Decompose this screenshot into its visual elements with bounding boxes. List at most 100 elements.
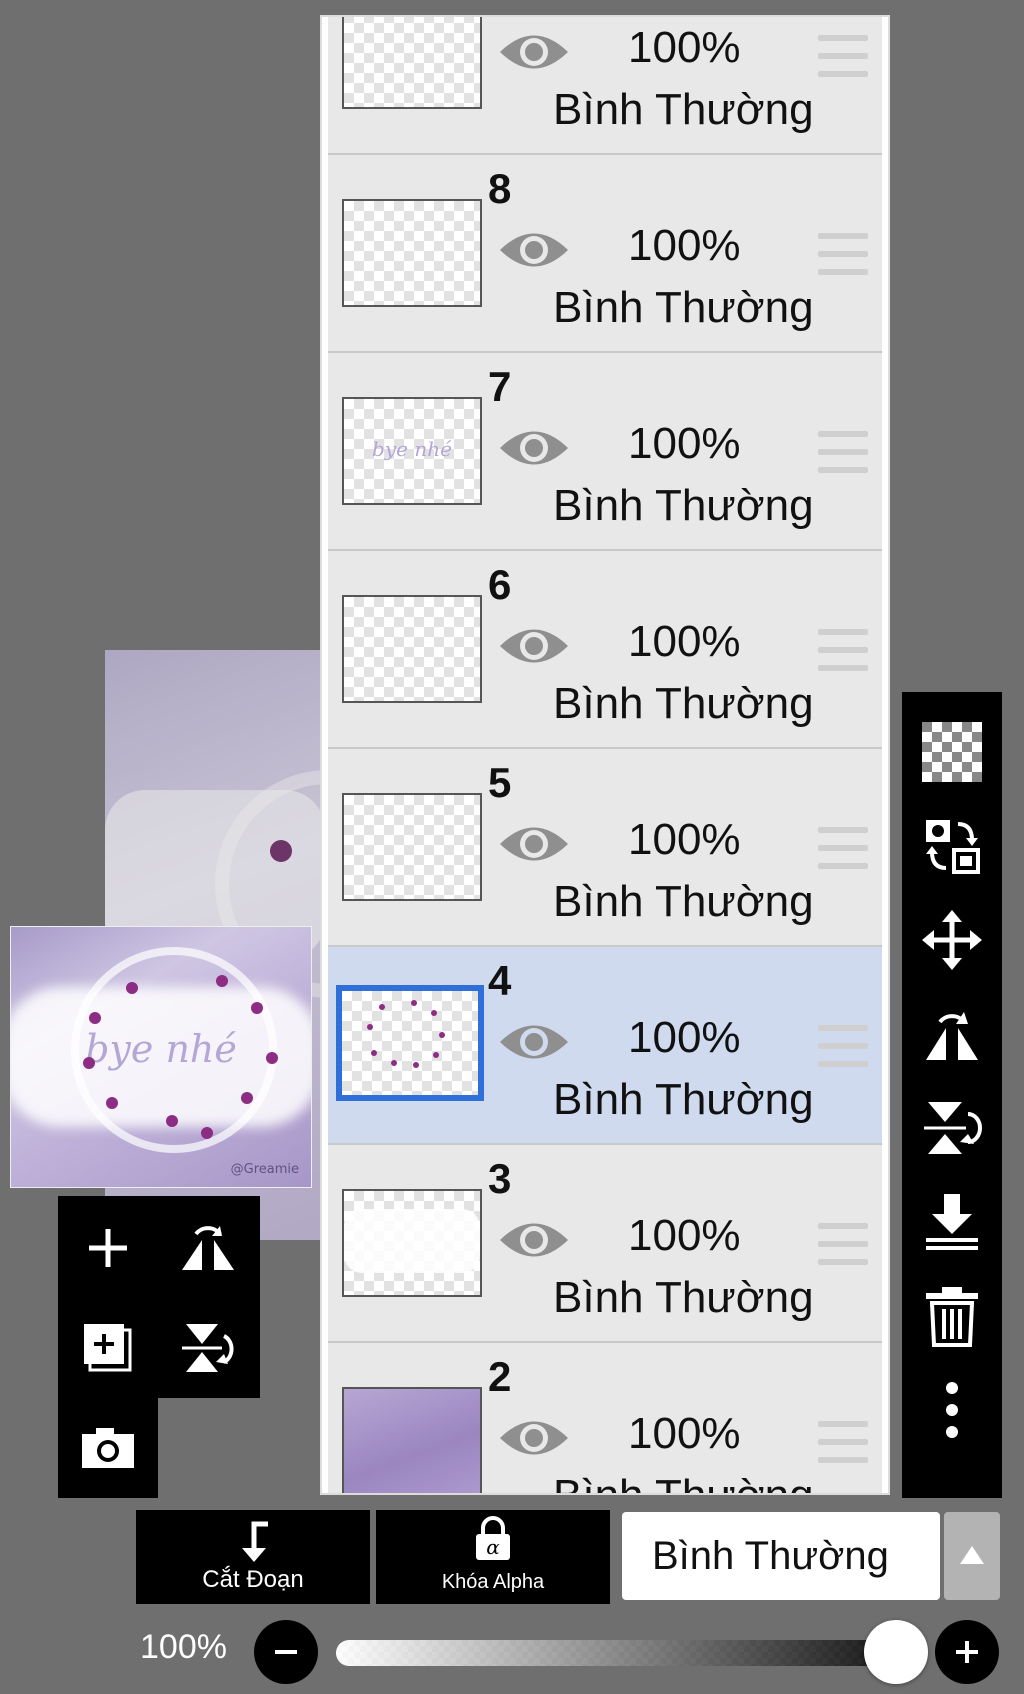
- layer-opacity[interactable]: 100%: [628, 617, 741, 667]
- transparency-icon: [922, 722, 982, 782]
- blend-mode-dropdown-button[interactable]: [944, 1512, 1000, 1600]
- canvas-dot: [270, 840, 292, 862]
- visibility-eye-icon[interactable]: [498, 27, 570, 77]
- layer-number: 3: [488, 1155, 512, 1202]
- layer-row-4-selected[interactable]: 4 100% Bình Thường: [328, 947, 882, 1145]
- layer-row-5[interactable]: 5 100% Bình Thường: [328, 749, 882, 947]
- layer-thumbnail[interactable]: [342, 595, 482, 703]
- camera-button[interactable]: [58, 1398, 158, 1498]
- layer-opacity[interactable]: 100%: [628, 419, 741, 469]
- increase-opacity-button[interactable]: [935, 1620, 999, 1684]
- swap-button[interactable]: [902, 798, 1002, 894]
- layer-thumbnail[interactable]: [342, 1387, 482, 1493]
- preview-signature: @Greamie: [230, 1162, 299, 1177]
- visibility-eye-icon[interactable]: [498, 225, 570, 275]
- artwork-preview: bye nhé @Greamie: [10, 926, 312, 1188]
- blend-mode-select[interactable]: Bình Thường: [622, 1512, 940, 1600]
- layer-number: 5: [488, 759, 512, 806]
- layer-row-8[interactable]: 8 100% Bình Thường: [328, 155, 882, 353]
- more-options-button[interactable]: [902, 1362, 1002, 1458]
- layer-blend-mode[interactable]: Bình Thường: [553, 1471, 814, 1493]
- preview-dot: [201, 1127, 213, 1139]
- add-layer-icon: [89, 1229, 127, 1267]
- layer-thumbnail[interactable]: [342, 17, 482, 109]
- merge-down-button[interactable]: [902, 1174, 1002, 1270]
- layer-blend-mode[interactable]: Bình Thường: [553, 1075, 814, 1125]
- layer-row-7[interactable]: bye nhé 7 100% Bình Thường: [328, 353, 882, 551]
- layer-opacity[interactable]: 100%: [628, 815, 741, 865]
- drag-handle-icon[interactable]: [818, 233, 868, 275]
- layer-thumbnail[interactable]: [342, 1189, 482, 1297]
- trash-icon: [926, 1287, 978, 1347]
- drag-handle-icon[interactable]: [818, 1223, 868, 1265]
- layer-row-2[interactable]: 2 100% Bình Thường: [328, 1343, 882, 1493]
- add-layer-button[interactable]: [58, 1198, 158, 1298]
- flip-vertical-button[interactable]: [902, 1080, 1002, 1176]
- cloud-shape: [344, 1209, 480, 1273]
- visibility-eye-icon[interactable]: [498, 819, 570, 869]
- layer-blend-mode[interactable]: Bình Thường: [553, 481, 814, 531]
- opacity-slider-knob[interactable]: [864, 1620, 928, 1684]
- layer-thumbnail[interactable]: [342, 199, 482, 307]
- drag-handle-icon[interactable]: [818, 827, 868, 869]
- layer-number: 2: [488, 1353, 512, 1400]
- transparency-button[interactable]: [902, 704, 1002, 800]
- lock-icon: α: [476, 1516, 510, 1560]
- preview-dot: [126, 982, 138, 994]
- decrease-opacity-button[interactable]: [254, 1620, 318, 1684]
- layers-panel[interactable]: 100% Bình Thường 8 100% Bình Thường bye …: [320, 15, 890, 1495]
- preview-dot: [216, 975, 228, 987]
- move-button[interactable]: [902, 892, 1002, 988]
- flip-horizontal-left-button[interactable]: [158, 1198, 258, 1298]
- minus-icon: [275, 1650, 297, 1654]
- duplicate-layer-icon: [84, 1324, 132, 1372]
- preview-dot: [166, 1115, 178, 1127]
- layer-row-3[interactable]: 3 100% Bình Thường: [328, 1145, 882, 1343]
- clip-label: Cắt Đoạn: [202, 1566, 304, 1593]
- blend-mode-value: Bình Thường: [652, 1534, 889, 1578]
- drag-handle-icon[interactable]: [818, 629, 868, 671]
- layer-row-6[interactable]: 6 100% Bình Thường: [328, 551, 882, 749]
- drag-handle-icon[interactable]: [818, 35, 868, 77]
- preview-dot: [106, 1097, 118, 1109]
- visibility-eye-icon[interactable]: [498, 1215, 570, 1265]
- visibility-eye-icon[interactable]: [498, 1413, 570, 1463]
- flip-horizontal-icon: [182, 1226, 234, 1270]
- clip-button[interactable]: Cắt Đoạn: [136, 1510, 370, 1604]
- layer-thumbnail[interactable]: [342, 793, 482, 901]
- alpha-lock-button[interactable]: α Khóa Alpha: [376, 1510, 610, 1604]
- opacity-slider[interactable]: [336, 1640, 896, 1666]
- opacity-value: 100%: [140, 1628, 227, 1666]
- flip-horizontal-button[interactable]: [902, 986, 1002, 1082]
- triangle-up-icon: [960, 1546, 984, 1564]
- layer-opacity[interactable]: 100%: [628, 23, 741, 73]
- layer-blend-mode[interactable]: Bình Thường: [553, 679, 814, 729]
- layer-row-9[interactable]: 100% Bình Thường: [328, 17, 882, 155]
- drag-handle-icon[interactable]: [818, 431, 868, 473]
- layer-thumbnail[interactable]: bye nhé: [342, 397, 482, 505]
- duplicate-layer-button[interactable]: [58, 1298, 158, 1398]
- layer-blend-mode[interactable]: Bình Thường: [553, 1273, 814, 1323]
- visibility-eye-icon[interactable]: [498, 423, 570, 473]
- alpha-lock-label: Khóa Alpha: [441, 1571, 545, 1593]
- layer-blend-mode[interactable]: Bình Thường: [553, 85, 814, 135]
- plus-icon: [956, 1641, 978, 1663]
- layer-opacity[interactable]: 100%: [628, 221, 741, 271]
- layer-opacity[interactable]: 100%: [628, 1211, 741, 1261]
- layer-blend-mode[interactable]: Bình Thường: [553, 877, 814, 927]
- preview-title: bye nhé: [85, 1027, 237, 1071]
- layer-thumbnail[interactable]: [336, 985, 484, 1101]
- preview-dot: [251, 1002, 263, 1014]
- flip-horizontal-icon: [926, 1012, 978, 1060]
- preview-dot: [83, 1057, 95, 1069]
- visibility-eye-icon[interactable]: [498, 621, 570, 671]
- flip-vertical-left-button[interactable]: [158, 1298, 258, 1398]
- layer-blend-mode[interactable]: Bình Thường: [553, 283, 814, 333]
- visibility-eye-icon[interactable]: [498, 1017, 570, 1067]
- drag-handle-icon[interactable]: [818, 1421, 868, 1463]
- move-icon: [922, 910, 982, 970]
- layer-opacity[interactable]: 100%: [628, 1409, 741, 1459]
- drag-handle-icon[interactable]: [818, 1025, 868, 1067]
- delete-layer-button[interactable]: [902, 1268, 1002, 1364]
- layer-opacity[interactable]: 100%: [628, 1013, 741, 1063]
